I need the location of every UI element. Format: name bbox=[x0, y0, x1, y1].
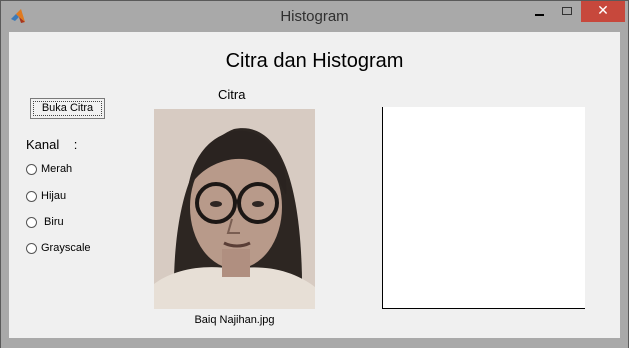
image-filename: Baiq Najihan.jpg bbox=[194, 314, 275, 326]
radio-button-icon[interactable] bbox=[26, 242, 37, 254]
close-icon: ✕ bbox=[597, 3, 609, 19]
radio-merah[interactable]: Merah bbox=[26, 163, 72, 175]
histogram-window: Histogram ✕ Citra dan Histogram Buka Cit… bbox=[0, 0, 629, 348]
window-bottom-border bbox=[1, 338, 628, 348]
radio-label-grayscale: Grayscale bbox=[41, 242, 91, 254]
title-bar[interactable]: Histogram ✕ bbox=[1, 1, 628, 32]
radio-grayscale[interactable]: Grayscale bbox=[26, 242, 91, 254]
minimize-icon bbox=[535, 14, 544, 16]
focus-rectangle bbox=[33, 101, 102, 116]
portrait-photo bbox=[154, 109, 315, 309]
channel-label: Kanal : bbox=[26, 137, 78, 152]
maximize-icon bbox=[562, 7, 572, 15]
radio-button-icon[interactable] bbox=[26, 163, 37, 175]
figure-client-area: Citra dan Histogram Buka Citra Kanal : M… bbox=[9, 32, 620, 338]
minimize-button[interactable] bbox=[527, 2, 553, 22]
maximize-button[interactable] bbox=[554, 2, 580, 22]
close-button[interactable]: ✕ bbox=[581, 1, 625, 22]
page-title: Citra dan Histogram bbox=[225, 50, 404, 72]
radio-button-icon[interactable] bbox=[26, 190, 37, 202]
radio-label-biru: Biru bbox=[41, 216, 64, 228]
radio-label-hijau: Hijau bbox=[41, 190, 67, 202]
histogram-axes[interactable] bbox=[382, 107, 585, 309]
load-image-button[interactable]: Buka Citra bbox=[30, 98, 105, 119]
radio-hijau[interactable]: Hijau bbox=[26, 190, 66, 202]
radio-button-icon[interactable] bbox=[26, 216, 37, 228]
radio-biru[interactable]: Biru bbox=[26, 216, 64, 228]
image-title: Citra bbox=[218, 87, 246, 102]
radio-label-merah: Merah bbox=[41, 163, 73, 175]
